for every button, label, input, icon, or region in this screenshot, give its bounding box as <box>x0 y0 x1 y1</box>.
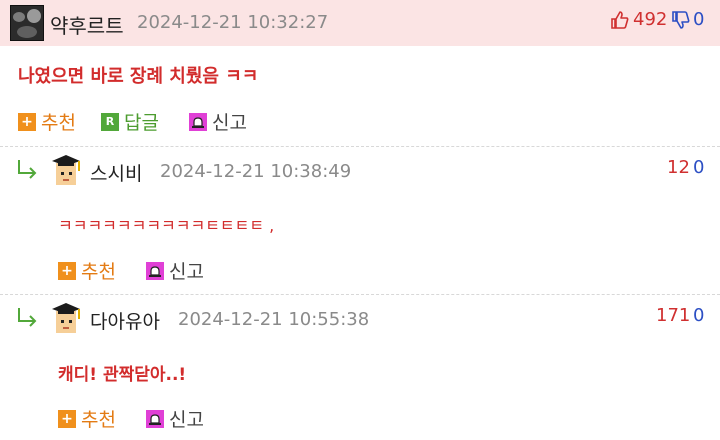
timestamp: 2024-12-21 10:32:27 <box>137 12 329 33</box>
report-button[interactable]: 신고 <box>189 108 247 135</box>
upvote-count[interactable]: 171 <box>656 305 690 326</box>
plus-icon: + <box>58 261 76 280</box>
timestamp: 2024-12-21 10:38:49 <box>160 161 352 182</box>
upvote-count: 492 <box>633 9 668 30</box>
siren-icon <box>146 261 164 280</box>
divider <box>0 294 720 295</box>
avatar[interactable] <box>50 302 82 336</box>
reply-label: 답글 <box>124 112 159 134</box>
reply-arrow-icon <box>16 306 38 328</box>
comment-body: ㅋㅋㅋㅋㅋㅋㅋㅋㅋㅋㅌㅌㅌㅌ , <box>58 216 275 235</box>
downvote-count: 0 <box>693 9 705 30</box>
siren-icon <box>146 409 164 428</box>
report-label: 신고 <box>169 409 204 431</box>
recommend-label: 추천 <box>81 261 116 283</box>
reply-r-icon: R <box>101 112 119 131</box>
avatar-shape <box>27 9 41 23</box>
recommend-label: 추천 <box>81 409 116 431</box>
report-label: 신고 <box>212 112 247 134</box>
comment-body: 캐디! 관짝닫아..! <box>58 365 187 385</box>
recommend-button[interactable]: + 추천 <box>58 405 116 432</box>
report-label: 신고 <box>169 261 204 283</box>
comment-body: 나였으면 바로 장례 치뤘음 ㅋㅋ <box>18 66 259 87</box>
username[interactable]: 다아유아 <box>90 307 160 334</box>
downvote-count[interactable]: 0 <box>693 305 704 326</box>
report-button[interactable]: 신고 <box>146 257 204 284</box>
avatar[interactable] <box>10 5 44 41</box>
thumbs-up-icon[interactable] <box>610 10 630 30</box>
timestamp: 2024-12-21 10:55:38 <box>178 309 370 330</box>
report-button[interactable]: 신고 <box>146 405 204 432</box>
reply-button[interactable]: R 답글 <box>101 108 159 135</box>
siren-icon <box>189 112 207 131</box>
recommend-button[interactable]: + 추천 <box>58 257 116 284</box>
divider <box>0 146 720 147</box>
plus-icon: + <box>58 409 76 428</box>
recommend-label: 추천 <box>41 112 76 134</box>
avatar[interactable] <box>50 154 82 188</box>
username[interactable]: 스시비 <box>90 159 142 186</box>
reply-arrow-icon <box>16 158 38 180</box>
downvote-count[interactable]: 0 <box>693 157 704 178</box>
avatar-shape <box>13 12 25 22</box>
plus-icon: + <box>18 112 36 131</box>
recommend-button[interactable]: + 추천 <box>18 108 76 135</box>
thumbs-down-icon[interactable] <box>671 10 691 30</box>
username[interactable]: 약후르트 <box>50 10 124 39</box>
avatar-shape <box>17 26 37 38</box>
upvote-count[interactable]: 12 <box>667 157 690 178</box>
